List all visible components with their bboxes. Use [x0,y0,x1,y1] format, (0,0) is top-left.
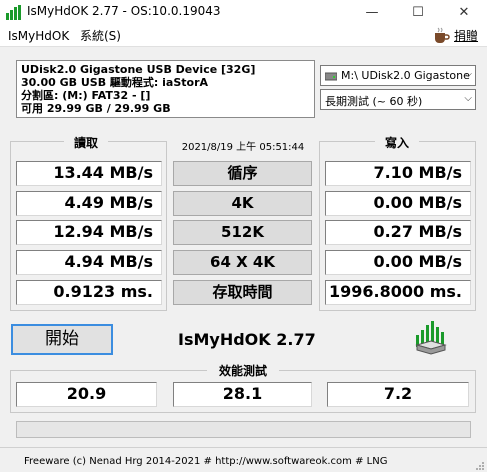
drive-select[interactable]: M:\ UDisk2.0 Gigastone ⌵ [320,65,476,86]
menu-system[interactable]: 系統(S) [78,27,123,45]
device-free-space: 可用 29.99 GB / 29.99 GB [21,102,171,115]
start-button[interactable]: 開始 [11,324,113,355]
window-title: IsMyHdOK 2.77 - OS:10.0.19043 [27,4,221,18]
label-sequential: 循序 [173,161,312,186]
test-mode-select[interactable]: 長期測試 (~ 60 秒) ⌵ [320,89,476,110]
test-datetime: 2021/8/19 上午 05:51:44 [181,142,305,153]
read-64x4k: 4.94 MB/s [16,250,162,275]
test-mode-value: 長期測試 (~ 60 秒) [325,95,423,108]
title-bar: IsMyHdOK 2.77 - OS:10.0.19043 — ☐ ✕ [0,0,487,25]
write-access-time: 1996.8000 ms. [325,280,471,305]
read-512k: 12.94 MB/s [16,220,162,245]
maximize-button[interactable]: ☐ [395,0,441,25]
write-title: 寫入 [375,134,419,151]
chevron-down-icon[interactable]: ⌵ [464,93,472,104]
performance-write-score: 7.2 [327,382,469,407]
minimize-button[interactable]: — [349,0,395,25]
resize-grip-icon[interactable] [474,460,485,471]
status-text[interactable]: Freeware (c) Nenad Hrg 2014-2021 # http:… [24,456,387,467]
menu-bar: IsMyHdOK 系統(S) 捐贈 [0,25,487,47]
hdd-benchmark-icon [415,321,447,355]
menu-donate[interactable]: 捐贈 [452,27,480,45]
label-access-time: 存取時間 [173,280,312,305]
coffee-cup-icon[interactable] [432,27,450,45]
write-4k: 0.00 MB/s [325,191,471,216]
progress-bar [16,421,471,438]
drive-select-value: M:\ UDisk2.0 Gigastone [341,69,470,82]
menu-ismyhdok[interactable]: IsMyHdOK [6,27,71,45]
chevron-down-icon[interactable]: ⌵ [464,69,472,80]
read-title: 讀取 [64,134,108,151]
read-4k: 4.49 MB/s [16,191,162,216]
label-512k: 512K [173,220,312,245]
read-access-time: 0.9123 ms. [16,280,162,305]
write-512k: 0.27 MB/s [325,220,471,245]
label-64x4k: 64 X 4K [173,250,312,275]
status-bar: Freeware (c) Nenad Hrg 2014-2021 # http:… [0,447,487,472]
performance-total-score: 28.1 [173,382,312,407]
close-button[interactable]: ✕ [441,0,487,25]
device-name: UDisk2.0 Gigastone USB Device [32G] [21,63,256,76]
device-info-box: UDisk2.0 Gigastone USB Device [32G] 30.0… [16,60,315,118]
write-64x4k: 0.00 MB/s [325,250,471,275]
write-sequential: 7.10 MB/s [325,161,471,186]
app-icon [6,5,21,20]
drive-icon [325,72,337,81]
read-sequential: 13.44 MB/s [16,161,162,186]
label-4k: 4K [173,191,312,216]
device-size: 30.00 GB USB 驅動程式: iaStorA [21,76,209,89]
app-name: IsMyHdOK 2.77 [178,330,316,349]
performance-read-score: 20.9 [16,382,157,407]
performance-title: 效能測試 [207,362,279,379]
device-partition: 分割區: (M:) FAT32 - [] [21,89,151,102]
